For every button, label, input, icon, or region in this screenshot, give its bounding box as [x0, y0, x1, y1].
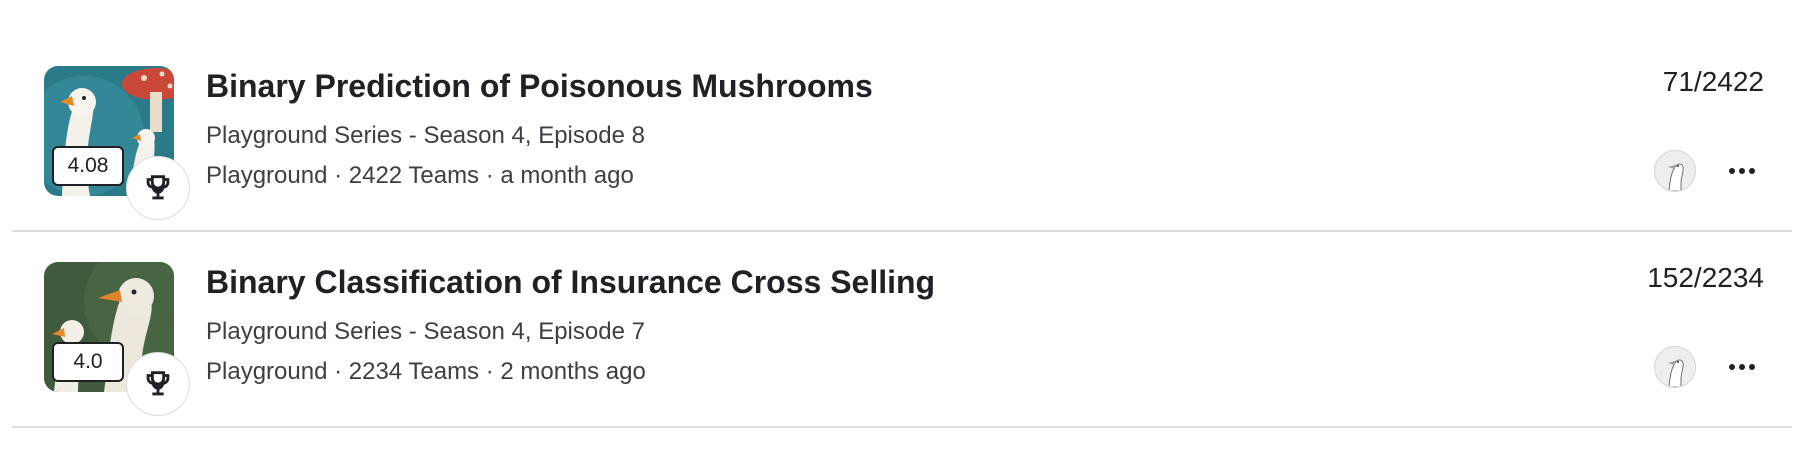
competition-thumbnail[interactable]: 4.08: [44, 66, 194, 226]
score-badge: 4.0: [52, 342, 124, 382]
trophy-icon: [146, 371, 170, 396]
competition-meta: Playground · 2234 Teams · 2 months ago: [206, 358, 646, 385]
trophy-badge: [126, 352, 190, 416]
competition-rank: 152/2234: [1647, 262, 1764, 293]
competition-list: 4.08 Binary Prediction of Poisonous Mush…: [0, 0, 1808, 456]
trophy-badge: [126, 156, 190, 220]
competition-meta: Playground · 2422 Teams · a month ago: [206, 162, 634, 189]
more-horizontal-icon: [1729, 364, 1755, 370]
competition-subtitle: Playground Series - Season 4, Episode 7: [206, 318, 645, 345]
team-avatar[interactable]: [1654, 150, 1696, 192]
goose-avatar-icon: [1655, 151, 1695, 191]
score-badge: 4.08: [52, 146, 124, 186]
competition-title[interactable]: Binary Prediction of Poisonous Mushrooms: [206, 66, 873, 106]
more-options-button[interactable]: [1718, 346, 1766, 388]
more-horizontal-icon: [1729, 168, 1755, 174]
competition-title[interactable]: Binary Classification of Insurance Cross…: [206, 262, 935, 302]
competition-row[interactable]: 4.08 Binary Prediction of Poisonous Mush…: [12, 36, 1792, 232]
competition-subtitle: Playground Series - Season 4, Episode 8: [206, 122, 645, 149]
competition-thumbnail[interactable]: 4.0: [44, 262, 194, 422]
team-avatar[interactable]: [1654, 346, 1696, 388]
goose-avatar-icon: [1655, 347, 1695, 387]
competition-row[interactable]: 4.0 Binary Classification of Insurance C…: [12, 232, 1792, 428]
more-options-button[interactable]: [1718, 150, 1766, 192]
competition-rank: 71/2422: [1662, 66, 1764, 97]
trophy-icon: [146, 175, 170, 200]
